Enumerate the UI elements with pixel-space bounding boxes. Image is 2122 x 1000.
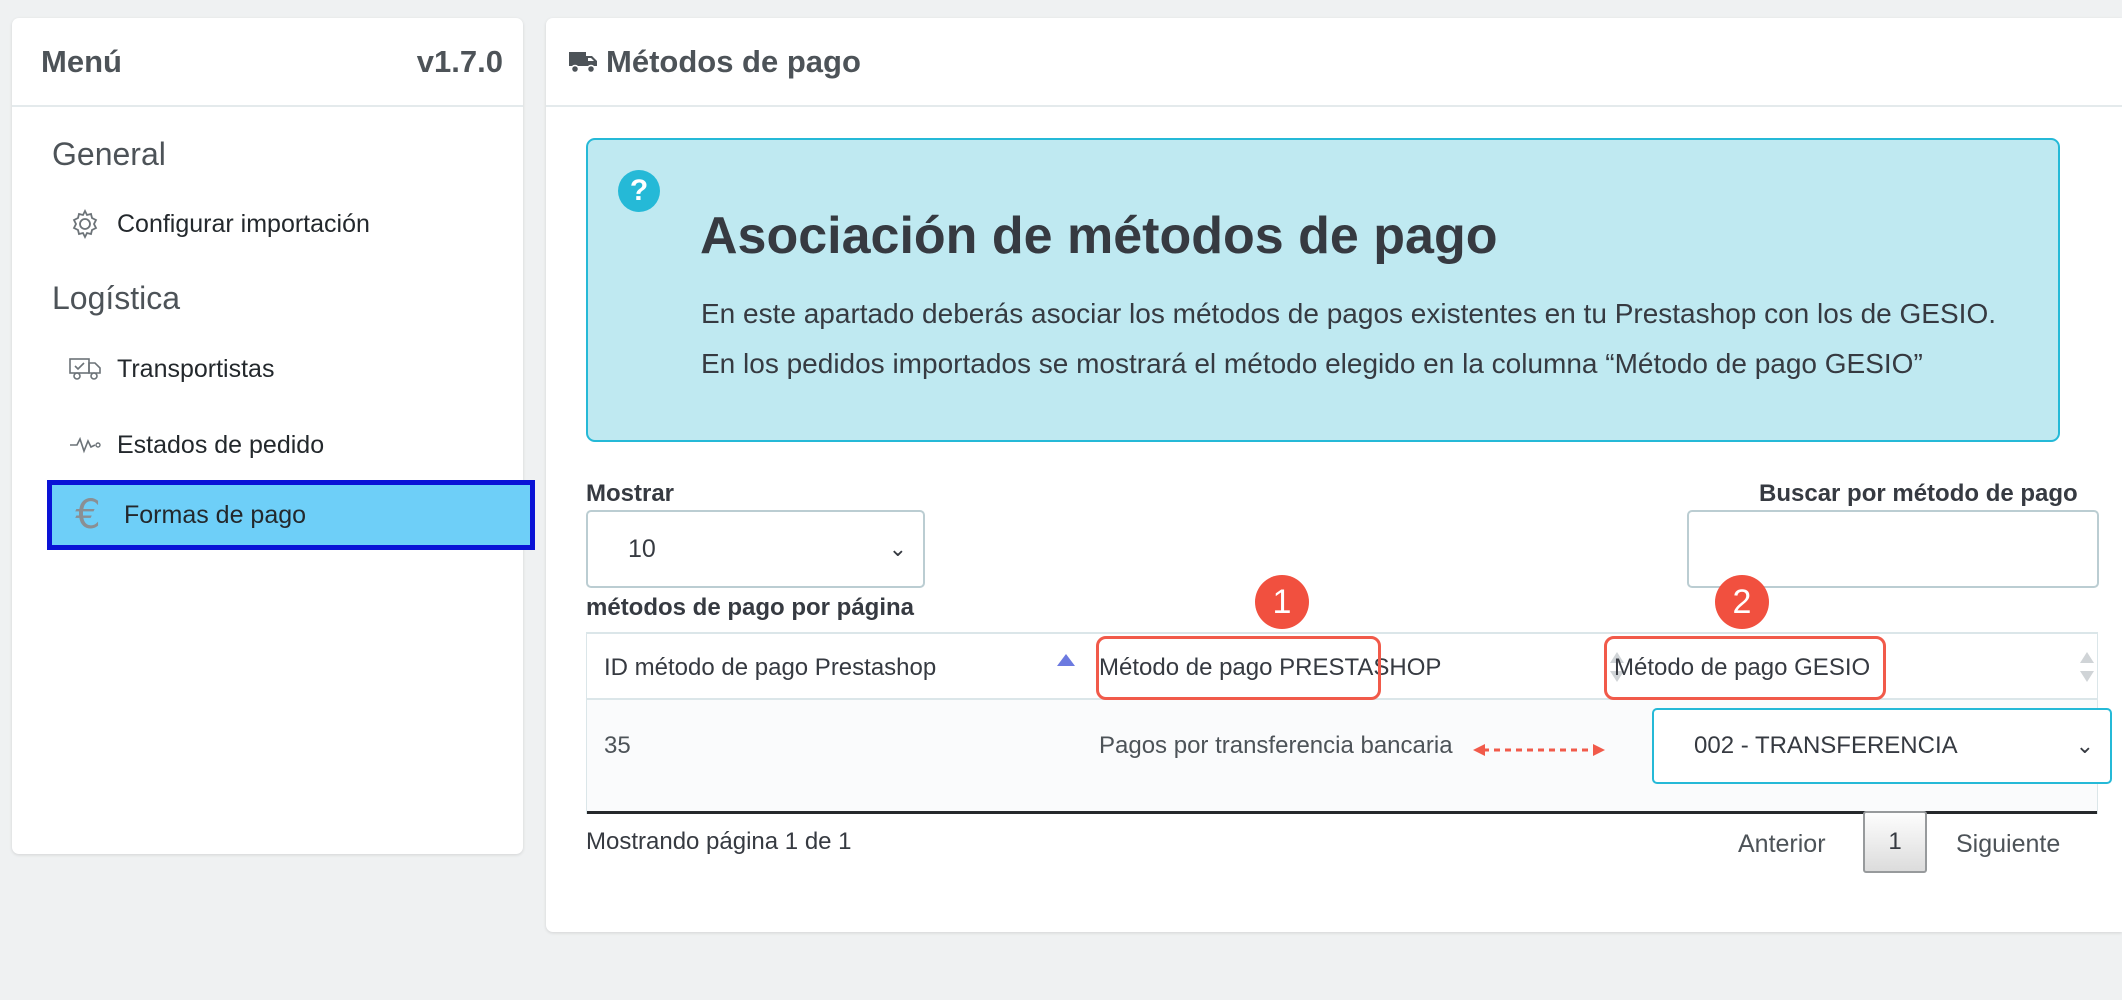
column-header-id[interactable]: ID método de pago Prestashop bbox=[604, 654, 936, 682]
page-size-value: 10 bbox=[628, 534, 656, 563]
search-label: Buscar por método de pago bbox=[1759, 480, 2078, 507]
nav-section-general: General bbox=[52, 136, 166, 172]
pagination-current-page[interactable]: 1 bbox=[1863, 811, 1927, 873]
callout-highlight-prestashop bbox=[1096, 636, 1381, 700]
sidebar: Menú v1.7.0 General Configurar importaci… bbox=[12, 18, 535, 854]
sort-asc-icon[interactable] bbox=[1057, 654, 1075, 666]
version-label: v1.7.0 bbox=[416, 43, 503, 79]
sidebar-header: Menú v1.7.0 bbox=[12, 18, 523, 107]
link-arrow-icon bbox=[1473, 744, 1605, 756]
info-text-line-2: En los pedidos importados se mostrará el… bbox=[701, 348, 1923, 379]
gesio-method-select[interactable]: 002 - TRANSFERENCIA ⌄ bbox=[1652, 708, 2112, 784]
sidebar-item-configurar-importacion[interactable]: Configurar importación bbox=[69, 208, 370, 240]
cell-id: 35 bbox=[604, 732, 631, 759]
per-page-label: métodos de pago por página bbox=[586, 594, 915, 621]
gear-icon bbox=[69, 208, 101, 240]
table-row: 35 Pagos por transferencia bancaria 002 … bbox=[587, 700, 2112, 814]
page-title: Métodos de pago bbox=[606, 43, 861, 79]
sidebar-item-label: Formas de pago bbox=[124, 500, 307, 529]
info-title: Asociación de métodos de pago bbox=[700, 207, 1498, 265]
callout-badge-1: 1 bbox=[1255, 575, 1309, 629]
page-size-select[interactable]: 10 ⌄ bbox=[586, 510, 925, 588]
chevron-down-icon: ⌄ bbox=[888, 536, 907, 561]
info-text-line-1: En este apartado deberás asociar los mét… bbox=[701, 298, 1996, 329]
sidebar-item-formas-de-pago[interactable]: € Formas de pago bbox=[47, 480, 535, 550]
info-box: ? Asociación de métodos de pago En este … bbox=[586, 138, 2060, 442]
pagination-prev[interactable]: Anterior bbox=[1738, 830, 1826, 859]
main-header: Métodos de pago bbox=[546, 18, 2122, 107]
truck-icon bbox=[568, 50, 598, 74]
callout-badge-2: 2 bbox=[1715, 575, 1769, 629]
nav-section-logistica: Logística bbox=[52, 280, 181, 316]
sidebar-item-label: Transportistas bbox=[117, 354, 275, 383]
sidebar-item-label: Estados de pedido bbox=[117, 430, 325, 459]
euro-icon: € bbox=[75, 492, 101, 538]
pagination-next[interactable]: Siguiente bbox=[1956, 830, 2060, 859]
sidebar-title: Menú bbox=[41, 43, 122, 79]
chevron-down-icon: ⌄ bbox=[2075, 733, 2094, 758]
truck-icon bbox=[69, 353, 101, 385]
gesio-method-value: 002 - TRANSFERENCIA bbox=[1694, 732, 1958, 759]
activity-icon bbox=[69, 429, 101, 461]
main-panel: Métodos de pago ? Asociación de métodos … bbox=[546, 18, 2122, 932]
callout-highlight-gesio bbox=[1604, 636, 1886, 700]
pagination-info: Mostrando página 1 de 1 bbox=[586, 828, 852, 855]
sidebar-item-estados-de-pedido[interactable]: Estados de pedido bbox=[69, 429, 324, 461]
sidebar-item-transportistas[interactable]: Transportistas bbox=[69, 353, 274, 385]
question-icon: ? bbox=[618, 170, 660, 212]
cell-prestashop-method: Pagos por transferencia bancaria bbox=[1099, 732, 1453, 759]
sidebar-item-label: Configurar importación bbox=[117, 209, 370, 238]
sort-icon[interactable] bbox=[2080, 652, 2094, 682]
show-label: Mostrar bbox=[586, 480, 675, 507]
